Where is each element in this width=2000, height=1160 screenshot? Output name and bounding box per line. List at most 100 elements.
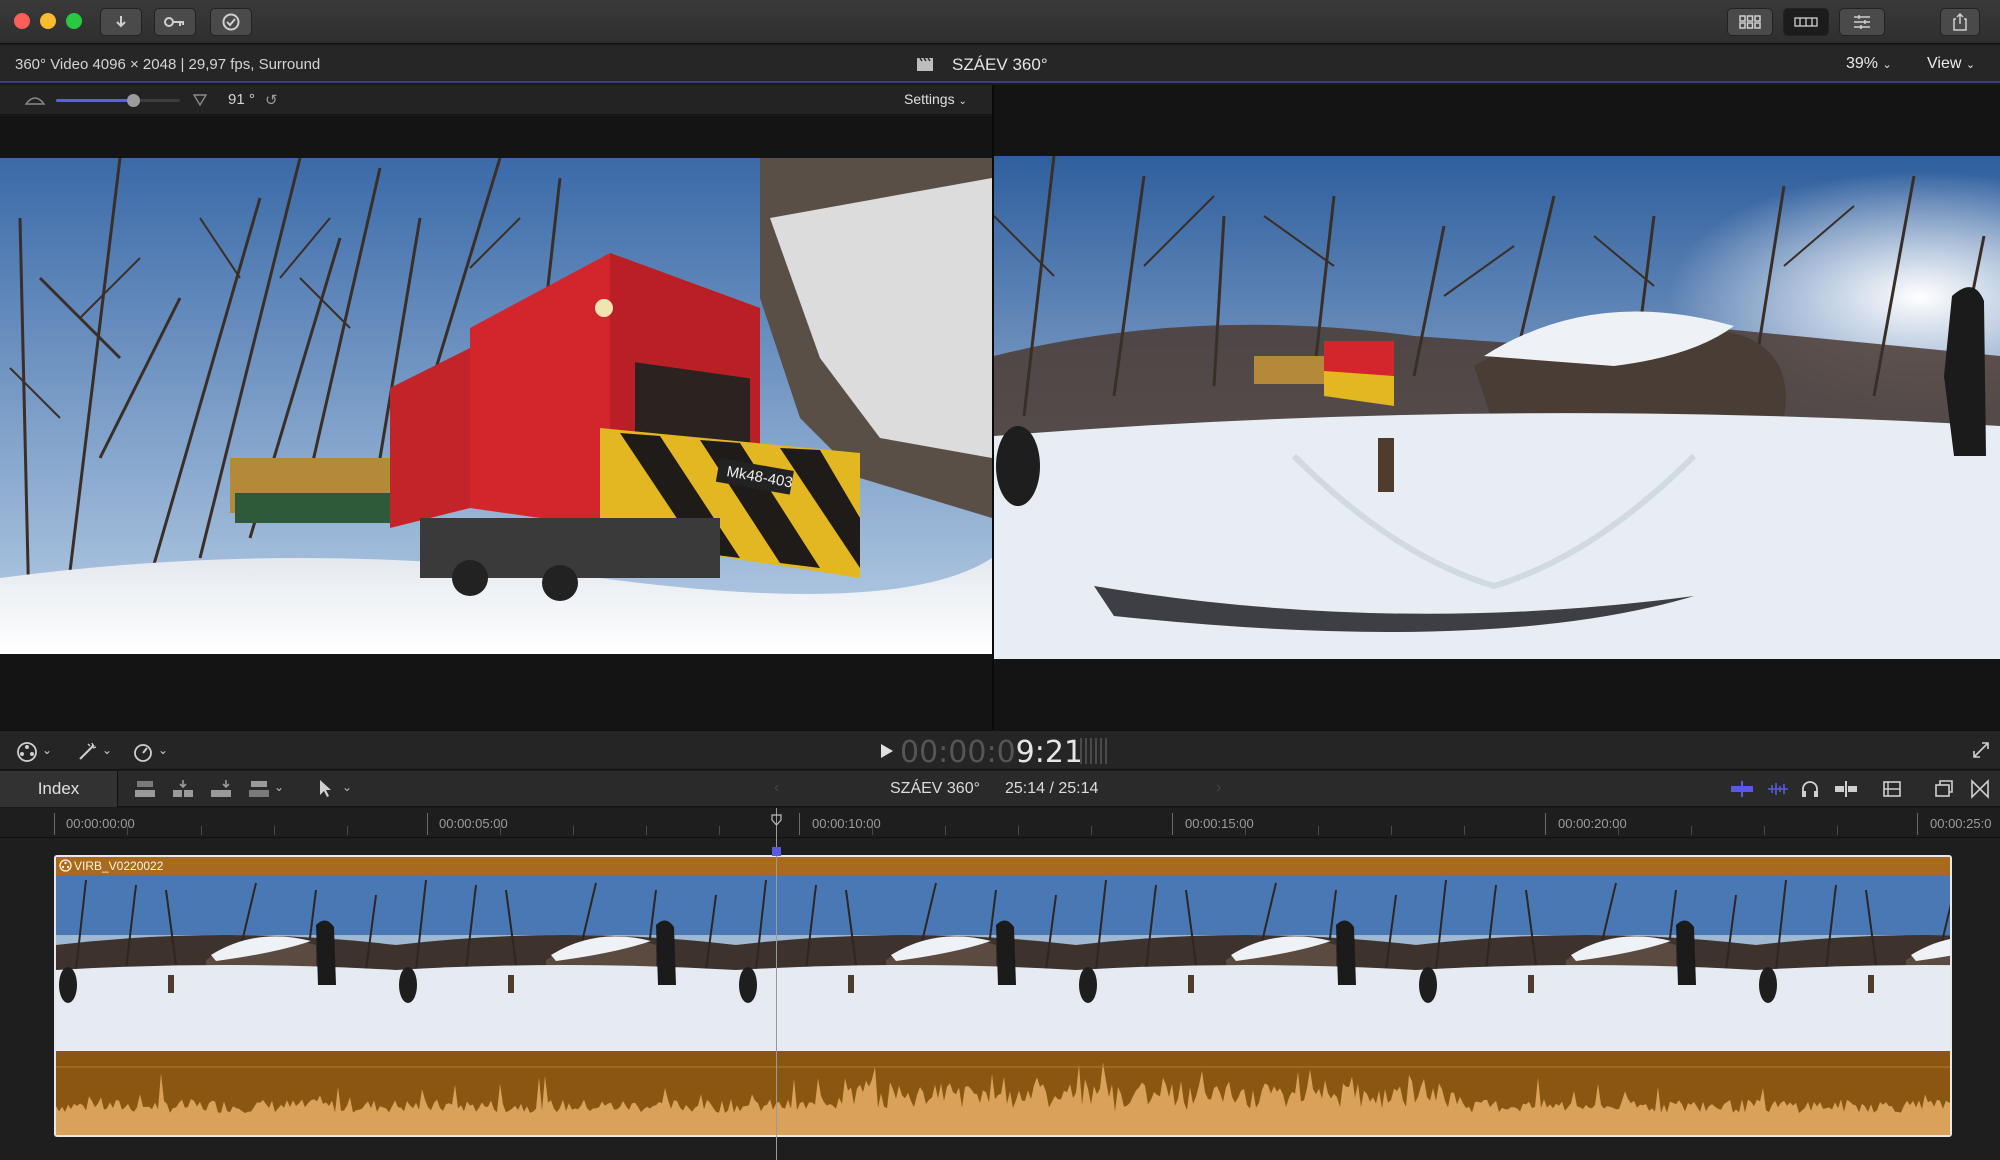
ruler-minor-tick	[573, 826, 574, 835]
fullscreen-icon[interactable]	[1972, 741, 1990, 764]
clip-audio-waveform	[56, 1051, 1950, 1135]
clapper-icon	[916, 56, 934, 77]
solo-headphones-icon[interactable]	[1800, 779, 1820, 804]
ruler-minor-tick	[127, 826, 128, 835]
timeline-area[interactable]: VIRB_V0220022	[0, 839, 2000, 1160]
play-button[interactable]	[880, 743, 894, 764]
ruler-minor-tick	[945, 826, 946, 835]
ruler-label-0: 00:00:00:00	[66, 816, 135, 831]
ruler-minor-tick	[1837, 826, 1838, 835]
chevron-down-icon: ⌄	[1882, 59, 1892, 71]
retiming-speedometer-icon[interactable]	[132, 741, 154, 768]
snapping-icon[interactable]	[1834, 779, 1858, 804]
share-icon	[1953, 13, 1967, 31]
import-icon	[116, 16, 126, 28]
timecode-value: 9:21	[1015, 735, 1084, 770]
effects-browser-icon[interactable]	[1934, 779, 1954, 804]
ruler-minor-tick	[1618, 826, 1619, 835]
overwrite-clip-icon[interactable]	[248, 779, 270, 804]
transitions-browser-icon[interactable]	[1970, 779, 1990, 804]
minimize-window-button[interactable]	[40, 13, 56, 29]
ruler-tick	[54, 813, 55, 835]
background-tasks-button[interactable]	[210, 8, 252, 36]
ruler-label-1: 00:00:05:00	[439, 816, 508, 831]
chevron-down-icon: ⌄	[958, 96, 967, 107]
next-clip-arrow-icon[interactable]: ›	[1216, 779, 1221, 797]
audio-waveform-graphic	[56, 1062, 1950, 1135]
timeline-toggle-icon	[1794, 17, 1818, 27]
zoom-level-value: 39%	[1846, 55, 1879, 72]
timeline-duration: 25:14 / 25:14	[1005, 780, 1099, 797]
close-window-button[interactable]	[14, 13, 30, 29]
train-scene-image: Mk48-403	[0, 158, 992, 654]
ruler-minor-tick	[1318, 826, 1319, 835]
ruler-minor-tick	[347, 826, 348, 835]
waveform-shape	[56, 1062, 1950, 1135]
timeline-toggle-button[interactable]	[1783, 8, 1829, 36]
timeline-clip[interactable]: VIRB_V0220022	[54, 855, 1952, 1137]
clip-appearance-icon[interactable]	[1882, 779, 1902, 804]
zoom-level-dropdown[interactable]: 39% ⌄	[1846, 55, 1892, 73]
timeline-ruler[interactable]: 00:00:00:00 00:00:05:00 00:00:10:00 00:0…	[0, 808, 2000, 838]
zoom-window-button[interactable]	[66, 13, 82, 29]
chevron-down-icon[interactable]: ⌄	[158, 743, 168, 757]
ruler-minor-tick	[1464, 826, 1465, 835]
ruler-minor-tick	[719, 826, 720, 835]
enhancements-wand-icon[interactable]	[76, 741, 100, 768]
keywords-button[interactable]	[154, 8, 196, 36]
equirectangular-viewer[interactable]	[994, 85, 2000, 730]
narrow-angle-icon	[192, 93, 208, 112]
append-clip-icon[interactable]	[210, 779, 232, 804]
share-button[interactable]	[1940, 8, 1980, 36]
filmstrip-frame	[1076, 875, 1416, 1051]
chevron-down-icon[interactable]: ⌄	[342, 780, 352, 794]
chevron-down-icon[interactable]: ⌄	[274, 780, 284, 794]
chevron-down-icon[interactable]: ⌄	[42, 743, 52, 757]
ruler-minor-tick	[646, 826, 647, 835]
previous-clip-arrow-icon[interactable]: ‹	[774, 779, 779, 797]
ruler-tick	[427, 813, 428, 835]
playhead-marker-icon[interactable]	[771, 814, 782, 826]
background-tasks-icon	[222, 13, 240, 31]
insert-clip-icon[interactable]	[172, 779, 194, 804]
360-viewer[interactable]: Mk48-403	[0, 116, 992, 730]
transport-bar: ⌄ ⌄ ⌄ 00:00:09:21	[0, 730, 2000, 770]
filmstrip-frame	[736, 875, 1076, 1051]
viewer-settings-label: Settings	[904, 91, 955, 107]
select-tool-icon[interactable]	[318, 779, 334, 804]
ruler-label-4: 00:00:20:00	[1558, 816, 1627, 831]
browser-toggle-button[interactable]	[1727, 8, 1773, 36]
audio-meter-mini	[1080, 738, 1110, 764]
filmstrip-frame	[1416, 875, 1756, 1051]
timeline-toolbar: Index ⌄ ⌄ ‹ SZÁEV 360° 25:14 / 25:14 ›	[0, 771, 2000, 807]
clip-format-label: 360° Video 4096 × 2048 | 29,97 fps, Surr…	[15, 56, 321, 73]
audio-skimming-icon[interactable]	[1766, 780, 1790, 803]
ruler-minor-tick	[1691, 826, 1692, 835]
timeline-index-button[interactable]: Index	[0, 771, 118, 807]
ruler-tick	[1172, 813, 1173, 835]
360-settings-icon[interactable]	[16, 741, 38, 768]
field-of-view-slider[interactable]	[56, 94, 180, 107]
browser-toggle-icon	[1739, 15, 1761, 29]
filmstrip-frame	[56, 875, 396, 1051]
import-button[interactable]	[100, 8, 142, 36]
playhead[interactable]	[776, 808, 777, 1160]
connect-clip-icon[interactable]	[134, 779, 156, 804]
viewer-settings-dropdown[interactable]: Settings ⌄	[904, 91, 967, 107]
chevron-down-icon[interactable]: ⌄	[102, 743, 112, 757]
field-of-view-slider-knob[interactable]	[126, 94, 140, 107]
ruler-label-5: 00:00:25:0	[1930, 816, 1992, 831]
ruler-label-2: 00:00:10:00	[812, 816, 881, 831]
view-menu-button[interactable]: View ⌄	[1927, 55, 1975, 73]
video-skimming-icon[interactable]	[1730, 780, 1754, 803]
ruler-tick	[799, 813, 800, 835]
equirectangular-scene-image	[994, 156, 2000, 659]
ruler-minor-tick	[1245, 826, 1246, 835]
ruler-minor-tick	[274, 826, 275, 835]
inspector-toggle-button[interactable]	[1839, 8, 1885, 36]
ruler-label-3: 00:00:15:00	[1185, 816, 1254, 831]
timecode-display[interactable]: 00:00:09:21	[900, 735, 1083, 770]
reset-icon[interactable]: ↺	[265, 91, 278, 109]
filmstrip-frame	[396, 875, 736, 1051]
ruler-minor-tick	[1018, 826, 1019, 835]
